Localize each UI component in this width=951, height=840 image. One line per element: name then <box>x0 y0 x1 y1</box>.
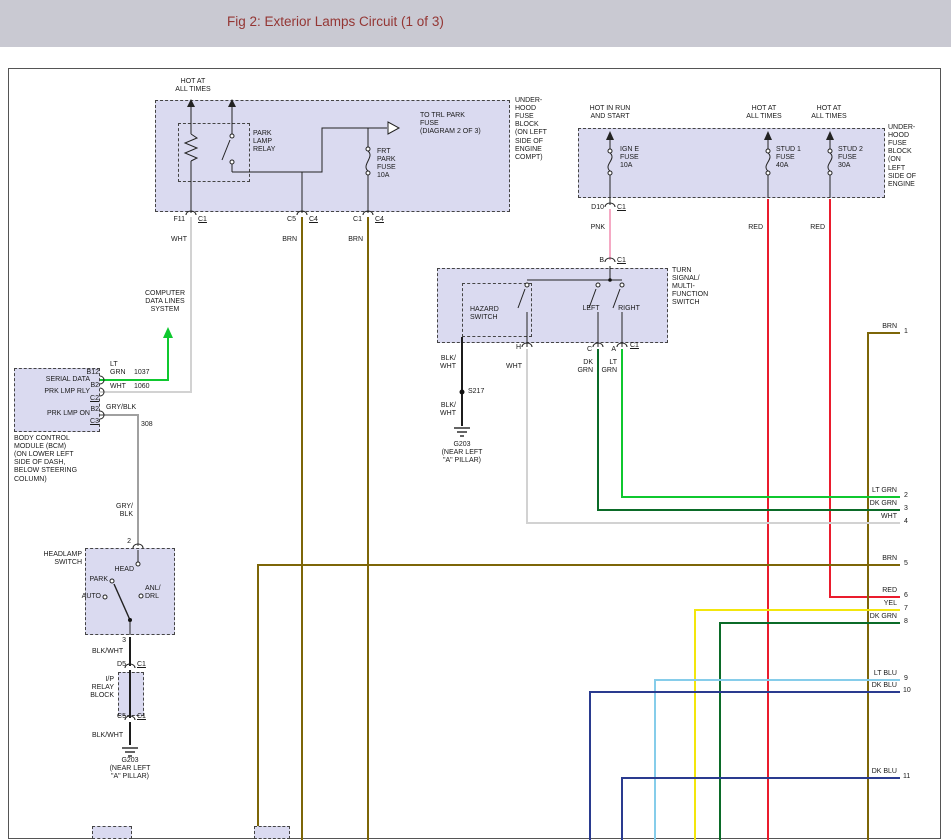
box-park-lamp-relay <box>178 123 250 182</box>
figure-page: Fig 2: Exterior Lamps Circuit (1 of 3) <box>0 0 951 840</box>
box-ip-relay-block <box>118 672 144 716</box>
box-cutoff-mid <box>254 826 290 839</box>
figure-header: Fig 2: Exterior Lamps Circuit (1 of 3) <box>0 0 951 47</box>
box-hazard-switch <box>462 283 532 337</box>
box-cutoff-left <box>92 826 132 839</box>
box-bcm <box>14 368 100 432</box>
box-headlamp-switch <box>85 548 175 635</box>
box-underhood-fuse-block-right <box>578 128 885 198</box>
figure-title: Fig 2: Exterior Lamps Circuit (1 of 3) <box>227 14 444 29</box>
